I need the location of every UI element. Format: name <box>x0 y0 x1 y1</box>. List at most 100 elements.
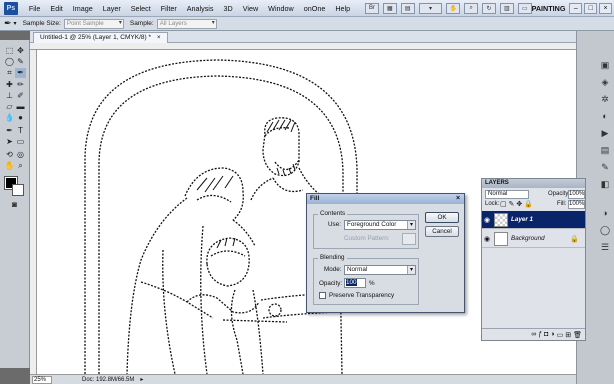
layers-panel-header[interactable]: LAYERS <box>482 179 585 188</box>
layer-opacity-field[interactable]: 100% <box>568 190 585 199</box>
ok-button[interactable]: OK <box>425 212 459 223</box>
navigator-icon[interactable]: ▣ <box>599 59 611 71</box>
move-tool-icon[interactable]: ✥ <box>15 46 26 56</box>
workspace-switcher[interactable]: PAINTING <box>532 4 566 13</box>
link-layers-icon[interactable]: ∞ <box>531 331 536 338</box>
eraser-tool-icon[interactable]: ▱ <box>4 102 15 112</box>
shape-tool-icon[interactable]: ▭ <box>15 137 26 147</box>
eye-icon[interactable]: ◉ <box>484 216 490 224</box>
quick-select-tool-icon[interactable]: ✎ <box>15 57 26 67</box>
sample-select[interactable]: All Layers <box>156 18 217 29</box>
menu-window[interactable]: Window <box>263 4 299 13</box>
close-button[interactable]: × <box>599 2 612 14</box>
menu-filter[interactable]: Filter <box>156 4 182 13</box>
minibridge-icon[interactable]: ▦ <box>382 2 397 14</box>
tool-presets-icon[interactable]: ✎ <box>599 161 611 173</box>
screen-mode-icon[interactable]: ▭ <box>517 2 532 14</box>
minimize-button[interactable]: – <box>569 2 583 14</box>
type-tool-icon[interactable]: T <box>15 126 26 136</box>
pattern-picker[interactable] <box>402 233 416 245</box>
3d-rotate-tool-icon[interactable]: ⟲ <box>4 150 15 160</box>
pen-tool-icon[interactable]: ✒ <box>4 126 15 136</box>
close-icon[interactable]: × <box>454 195 462 203</box>
fill-dialog-titlebar[interactable]: Fill × <box>307 194 464 204</box>
zoom-tool-icon[interactable]: ⌕ <box>15 161 26 171</box>
layer-row-background[interactable]: ◉ Background 🔒 <box>482 230 585 248</box>
cancel-button[interactable]: Cancel <box>425 226 459 237</box>
actions-icon[interactable]: ▶ <box>599 127 611 139</box>
zoom-value-icon[interactable]: ▾ <box>418 2 443 14</box>
clone-source-icon[interactable]: ◐ <box>599 110 611 122</box>
blur-tool-icon[interactable]: 💧 <box>4 113 15 123</box>
adjustment-layer-icon[interactable]: ◑ <box>550 331 554 338</box>
new-layer-icon[interactable]: ⊞ <box>565 331 571 339</box>
background-color-swatch[interactable] <box>12 184 24 196</box>
preserve-transparency-checkbox[interactable] <box>319 292 326 299</box>
new-group-icon[interactable]: ▭ <box>557 331 564 339</box>
menu-analysis[interactable]: Analysis <box>182 4 219 13</box>
opacity-input[interactable]: 100 <box>344 278 366 288</box>
3d-camera-tool-icon[interactable]: ◎ <box>15 150 26 160</box>
rotate-icon[interactable]: ↻ <box>482 2 496 14</box>
maximize-button[interactable]: □ <box>584 2 598 14</box>
menu-image[interactable]: Image <box>68 4 98 13</box>
brushes-icon[interactable]: ✲ <box>599 93 611 105</box>
sample-size-select[interactable]: Point Sample <box>63 18 124 29</box>
menu-edit[interactable]: Edit <box>45 4 67 13</box>
eyedropper-tool-icon[interactable]: ✒ <box>4 18 12 29</box>
healing-tool-icon[interactable]: ✚ <box>4 80 15 90</box>
stamp-tool-icon[interactable]: ⊥ <box>4 91 15 101</box>
bridge-icon[interactable]: Br <box>365 2 379 14</box>
hand-tool-icon[interactable]: ✋ <box>4 161 15 171</box>
hand-icon[interactable]: ✋ <box>446 2 461 14</box>
history-icon[interactable]: ▤ <box>599 144 611 156</box>
tool-preset-chevron-icon[interactable]: ▾ <box>14 20 17 27</box>
menu-bar: Ps File Edit Image Layer Select Filter A… <box>0 0 614 17</box>
menu-layer[interactable]: Layer <box>98 4 126 13</box>
masks-icon[interactable]: ◯ <box>599 224 611 236</box>
menu-file[interactable]: File <box>24 4 46 13</box>
dodge-tool-icon[interactable]: ● <box>15 113 26 123</box>
menu-3d[interactable]: 3D <box>219 4 238 13</box>
use-select[interactable]: Foreground Color ▾ <box>344 220 416 230</box>
channels-icon[interactable]: ☰ <box>599 241 611 253</box>
history-brush-tool-icon[interactable]: ✐ <box>15 91 26 101</box>
quick-mask-icon[interactable]: ◙ <box>9 200 20 210</box>
status-menu-arrow-icon[interactable]: ▸ <box>140 376 143 383</box>
menu-select[interactable]: Select <box>126 4 156 13</box>
arrange-icon[interactable]: ▥ <box>499 2 514 14</box>
gradient-tool-icon[interactable]: ▬ <box>15 102 26 112</box>
marquee-tool-icon[interactable]: ⬚ <box>4 46 15 56</box>
chevron-down-icon: ▾ <box>407 266 415 274</box>
document-info: Doc: 192.8M/66.5M <box>82 376 135 383</box>
delete-layer-icon[interactable]: 🗑 <box>573 331 582 339</box>
layer-row-layer-1[interactable]: ◉ Layer 1 <box>482 211 585 229</box>
brush-tool-icon[interactable]: ✏ <box>15 80 26 90</box>
menu-view[interactable]: View <box>238 4 263 13</box>
mode-select[interactable]: Normal ▾ <box>344 265 416 275</box>
opacity-value: 100 <box>346 279 357 286</box>
zoom-level-field[interactable]: 25% <box>32 375 52 384</box>
eye-icon[interactable]: ◉ <box>484 235 490 243</box>
eyedropper-tool-icon[interactable]: ✒ <box>15 68 26 78</box>
layer-style-icon[interactable]: ƒ <box>538 331 542 338</box>
lock-icons[interactable]: ▢ ✎ ✥ 🔒 <box>500 200 533 208</box>
add-mask-icon[interactable]: ◘ <box>544 331 548 338</box>
crop-tool-icon[interactable]: ⌗ <box>4 68 15 78</box>
layer-name: Layer 1 <box>511 216 534 223</box>
color-panel-icon[interactable]: ◈ <box>599 76 611 88</box>
styles-icon[interactable]: ◧ <box>599 178 611 190</box>
view-extras-icon[interactable]: ▤ <box>400 2 415 14</box>
close-tab-icon[interactable]: × <box>157 34 161 41</box>
fill-field[interactable]: 100% <box>568 200 585 209</box>
document-tab[interactable]: Untitled-1 @ 25% (Layer 1, CMYK/8) * × <box>33 32 168 43</box>
menu-help[interactable]: Help <box>330 4 355 13</box>
mode-select-value: Normal <box>347 266 368 273</box>
zoom-icon[interactable]: ⌕ <box>464 2 479 14</box>
lasso-tool-icon[interactable]: ◯ <box>4 57 15 67</box>
blend-mode-select[interactable]: Normal <box>485 190 529 199</box>
adjustments-icon[interactable]: ◑ <box>599 207 611 219</box>
menu-onone[interactable]: onOne <box>299 4 331 13</box>
options-bar: ✒ ▾ Sample Size: Point Sample Sample: Al… <box>0 17 614 31</box>
path-select-tool-icon[interactable]: ➤ <box>4 137 15 147</box>
